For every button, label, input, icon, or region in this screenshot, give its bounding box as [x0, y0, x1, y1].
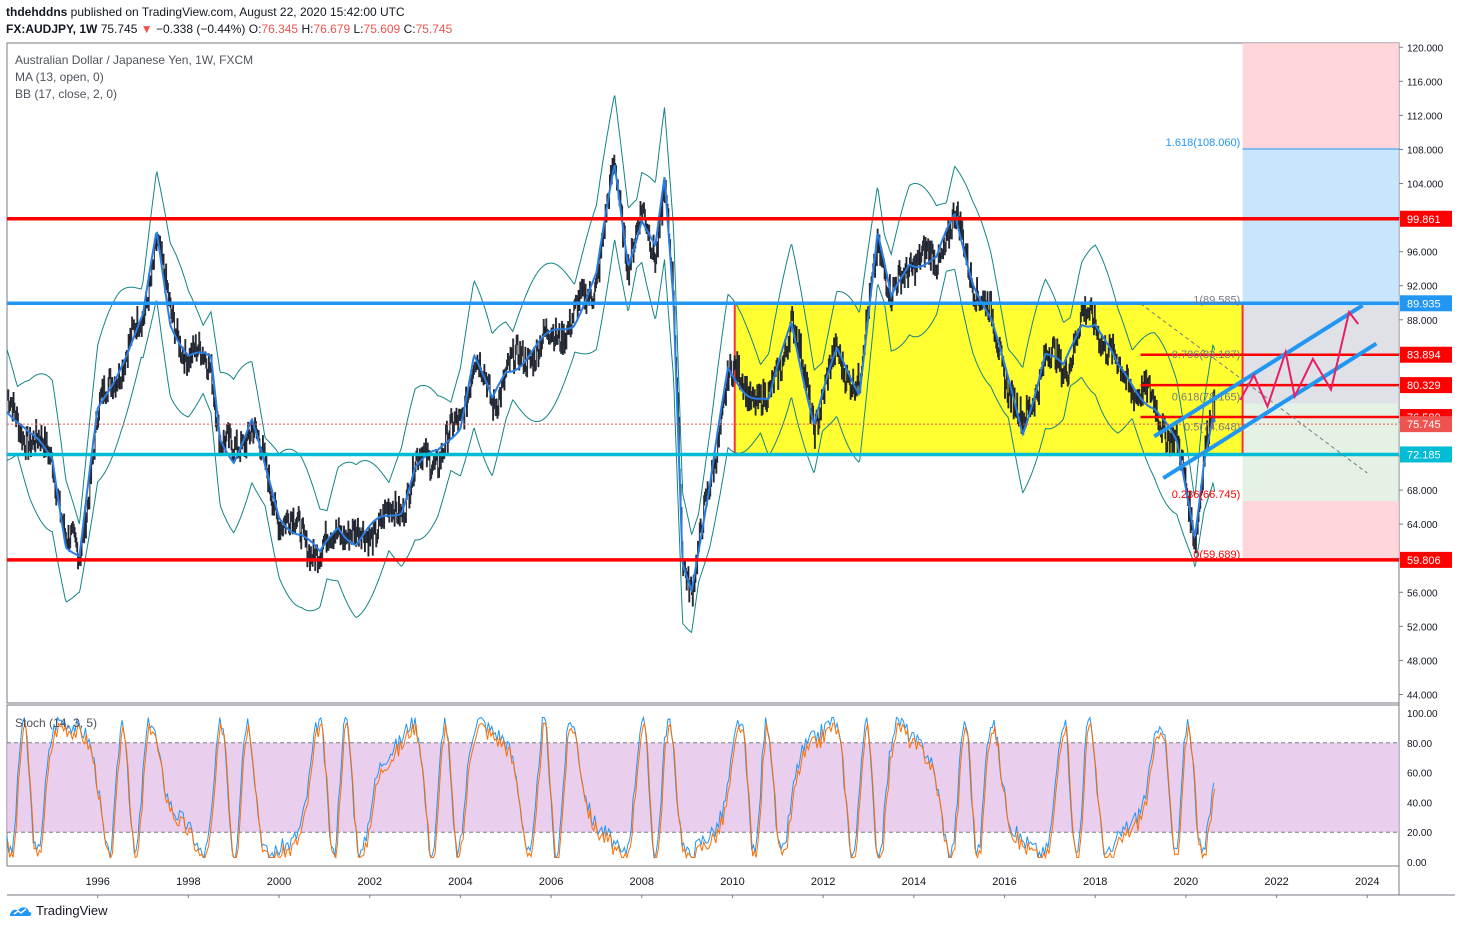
stoch-tick-label: 0.00 — [1407, 858, 1427, 869]
price-tick-label: 92.000 — [1407, 282, 1438, 293]
time-tick-label: 2014 — [902, 876, 926, 888]
time-tick-label: 2020 — [1174, 876, 1198, 888]
fib-label: 0.236(66.745) — [1172, 489, 1241, 501]
chart-title: Australian Dollar / Japanese Yen, 1W, FX… — [15, 53, 254, 67]
time-tick-label: 2000 — [267, 876, 291, 888]
time-tick-label: 2018 — [1083, 876, 1107, 888]
fib-label: 0.786(83.187) — [1172, 349, 1241, 361]
stoch-tick-label: 60.00 — [1407, 769, 1432, 780]
price-tick-label: 120.000 — [1407, 43, 1444, 54]
fib-label: 0(59.689) — [1193, 549, 1240, 561]
level-label: 80.329 — [1407, 380, 1441, 392]
brand-label: TradingView — [36, 903, 108, 918]
tradingview-brand[interactable]: TradingView — [8, 903, 108, 918]
time-tick-label: 2024 — [1355, 876, 1379, 888]
projection-zone-red-low — [1242, 500, 1399, 561]
level-label: 99.861 — [1407, 214, 1441, 226]
stoch-tick-label: 20.00 — [1407, 828, 1432, 839]
price-tick-label: 52.000 — [1407, 622, 1438, 633]
chart-canvas[interactable]: 120.000 116.000 112.000 108.000 104.000 100.0… — [0, 0, 1462, 930]
level-label: 83.894 — [1407, 350, 1441, 362]
time-tick-label: 2010 — [720, 876, 744, 888]
level-label: 89.935 — [1407, 298, 1441, 310]
stoch-tick-label: 80.00 — [1407, 739, 1432, 750]
stoch-tick-label: 100.00 — [1407, 709, 1438, 720]
level-label: 59.806 — [1407, 555, 1441, 567]
price-tick-label: 64.000 — [1407, 520, 1438, 531]
level-label: 75.745 — [1407, 419, 1441, 431]
price-tick-label: 88.000 — [1407, 316, 1438, 327]
time-tick-label: 2008 — [630, 876, 654, 888]
price-tick-label: 104.000 — [1407, 180, 1444, 191]
price-tick-label: 96.000 — [1407, 248, 1438, 259]
projection-zone-blue — [1242, 148, 1399, 307]
price-tick-label: 108.000 — [1407, 145, 1444, 156]
stoch-tick-label: 40.00 — [1407, 798, 1432, 809]
price-tick-label: 44.000 — [1407, 690, 1438, 701]
time-tick-label: 2002 — [357, 876, 381, 888]
level-label: 72.185 — [1407, 449, 1441, 461]
price-tick-label: 56.000 — [1407, 588, 1438, 599]
price-tick-label: 112.000 — [1407, 111, 1443, 122]
time-tick-label: 2016 — [992, 876, 1016, 888]
bb-legend[interactable]: BB (17, close, 2, 0) — [15, 87, 117, 101]
tradingview-logo-icon — [10, 906, 32, 916]
price-tick-label: 116.000 — [1407, 77, 1443, 88]
time-tick-label: 2006 — [539, 876, 563, 888]
price-tick-label: 48.000 — [1407, 656, 1438, 667]
time-tick-label: 2004 — [448, 876, 472, 888]
time-tick-label: 2022 — [1264, 876, 1288, 888]
fib-label: 0.5(74.648) — [1184, 421, 1240, 433]
price-tick-label: 68.000 — [1407, 486, 1438, 497]
time-tick-label: 1998 — [176, 876, 200, 888]
projection-zone-red — [1242, 43, 1399, 149]
range-box — [733, 302, 1244, 456]
time-tick-label: 1996 — [85, 876, 109, 888]
fib-label: 1.618(108.060) — [1166, 137, 1241, 149]
time-tick-label: 2012 — [811, 876, 835, 888]
ma-legend[interactable]: MA (13, open, 0) — [15, 70, 104, 84]
stoch-legend[interactable]: Stoch (14, 3, 5) — [15, 716, 97, 730]
fib-label: 1(89.585) — [1193, 294, 1240, 306]
